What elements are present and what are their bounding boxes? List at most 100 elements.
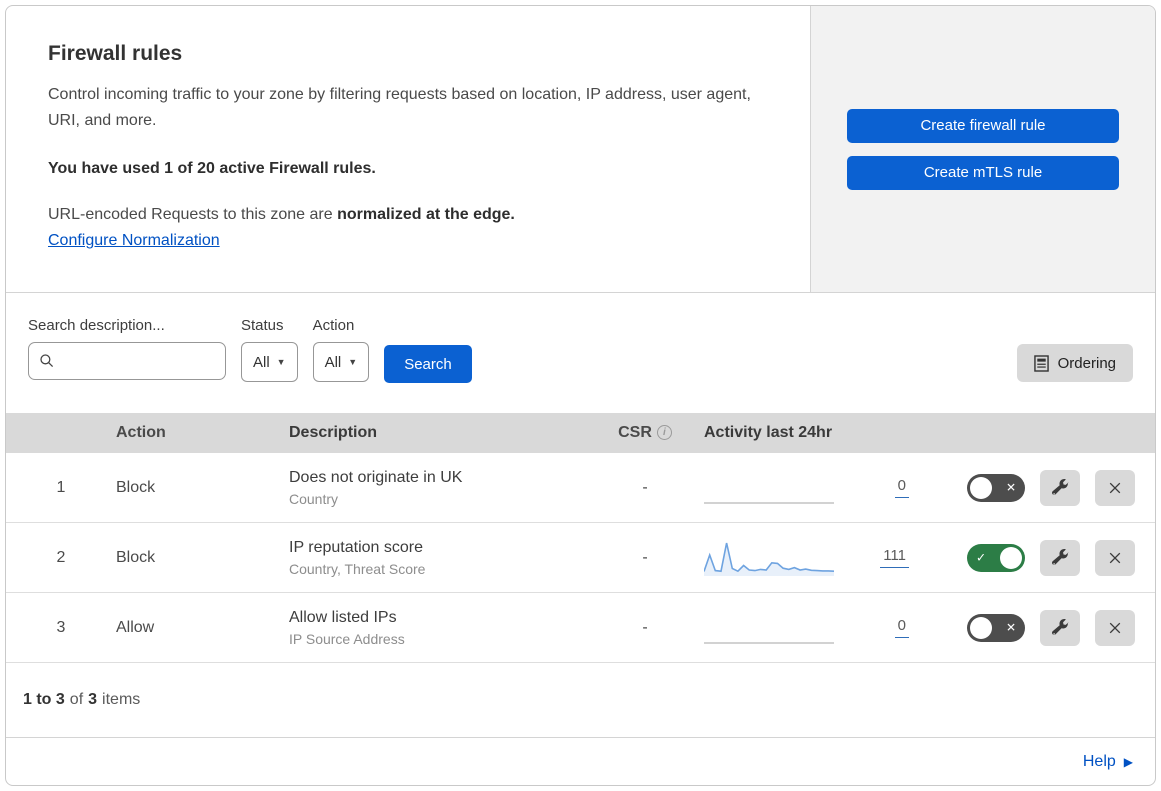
- rule-fields: Country, Threat Score: [289, 560, 426, 577]
- rule-csr-value: -: [642, 548, 648, 566]
- action-filter-group: Action All ▼: [312, 317, 370, 382]
- status-label: Status: [241, 317, 284, 334]
- search-box: [28, 342, 226, 380]
- page-description: Control incoming traffic to your zone by…: [48, 86, 751, 129]
- configure-normalization-link[interactable]: Configure Normalization: [48, 232, 220, 249]
- rule-controls: ✓ ✕: [915, 469, 1155, 506]
- normalization-note-text: URL-encoded Requests to this zone are: [48, 205, 333, 223]
- pagination-of: of: [69, 691, 84, 708]
- pagination-items: items: [102, 691, 141, 708]
- enable-toggle[interactable]: ✓ ✕: [967, 613, 1025, 642]
- rule-activity-cell: 111: [690, 540, 915, 576]
- chevron-down-icon: ▼: [348, 357, 358, 367]
- toggle-knob: [970, 476, 992, 499]
- column-action: Action: [116, 424, 166, 441]
- normalization-note: URL-encoded Requests to this zone are no…: [48, 206, 770, 224]
- x-icon: ✕: [1005, 480, 1016, 495]
- edit-rule-button[interactable]: [1040, 539, 1080, 576]
- edit-rule-button[interactable]: [1040, 469, 1080, 506]
- rule-csr-value: -: [642, 478, 648, 496]
- rule-fields: IP Source Address: [289, 630, 405, 647]
- column-activity: Activity last 24hr: [704, 424, 833, 441]
- info-icon[interactable]: i: [656, 425, 672, 440]
- list-document-icon: [1033, 354, 1049, 372]
- search-input[interactable]: [62, 353, 215, 369]
- chevron-down-icon: ▼: [276, 357, 286, 367]
- rule-description-cell: Does not originate in UK Country: [289, 469, 600, 507]
- column-description: Description: [289, 424, 378, 441]
- rule-priority: 3: [56, 618, 66, 636]
- normalization-note-bold: normalized at the edge.: [337, 205, 515, 223]
- table-row: 1 Block Does not originate in UK Country…: [6, 453, 1155, 523]
- create-firewall-rule-button[interactable]: Create firewall rule: [847, 108, 1119, 143]
- header-section: Firewall rules Control incoming traffic …: [6, 6, 1155, 293]
- usage-summary: You have used 1 of 20 active Firewall ru…: [48, 159, 376, 177]
- rule-action: Block: [116, 478, 156, 496]
- help-link[interactable]: Help ▶: [1083, 753, 1133, 771]
- status-dropdown[interactable]: All ▼: [241, 342, 298, 382]
- rule-action: Block: [116, 548, 156, 566]
- close-icon: [1109, 622, 1121, 633]
- table-row: 2 Block IP reputation score Country, Thr…: [6, 523, 1155, 593]
- filter-bar: Search description... Status All ▼ Actio…: [6, 293, 1155, 413]
- rule-activity-cell: 0: [690, 610, 915, 646]
- rule-description: Allow listed IPs: [289, 608, 397, 626]
- rule-description-cell: Allow listed IPs IP Source Address: [289, 609, 600, 647]
- edit-rule-button[interactable]: [1040, 609, 1080, 646]
- toggle-knob: [1000, 546, 1022, 569]
- wrench-icon: [1051, 479, 1069, 495]
- delete-rule-button[interactable]: [1095, 469, 1135, 506]
- activity-sparkline: [704, 641, 834, 644]
- pagination-summary: 1 to 3 of 3 items: [6, 663, 1155, 737]
- rule-csr-value: -: [642, 618, 648, 636]
- column-csr-label: CSR: [618, 424, 652, 441]
- wrench-icon: [1051, 619, 1069, 635]
- rule-controls: ✓ ✕: [915, 539, 1155, 576]
- toggle-knob: [970, 616, 992, 639]
- firewall-rules-page: Firewall rules Control incoming traffic …: [0, 0, 1161, 791]
- search-icon: [40, 354, 54, 368]
- search-group: Search description...: [28, 317, 226, 380]
- rule-description: IP reputation score: [289, 538, 424, 556]
- firewall-rules-card: Firewall rules Control incoming traffic …: [5, 5, 1156, 786]
- rule-description: Does not originate in UK: [289, 468, 463, 486]
- delete-rule-button[interactable]: [1095, 539, 1135, 576]
- status-dropdown-value: All: [253, 353, 270, 371]
- help-link-label: Help: [1082, 752, 1116, 770]
- activity-count-link[interactable]: 0: [894, 477, 909, 498]
- close-icon: [1109, 482, 1121, 493]
- actions-panel: Create firewall rule Create mTLS rule: [810, 6, 1155, 292]
- column-csr: CSR i: [600, 424, 690, 442]
- arrow-right-icon: ▶: [1123, 754, 1133, 769]
- help-bar: Help ▶: [6, 737, 1155, 785]
- rule-action: Allow: [116, 618, 155, 636]
- enable-toggle[interactable]: ✓ ✕: [967, 473, 1025, 502]
- wrench-icon: [1051, 549, 1069, 565]
- header-text-block: Firewall rules Control incoming traffic …: [6, 6, 810, 292]
- ordering-button[interactable]: Ordering: [1016, 344, 1133, 382]
- create-mtls-rule-button[interactable]: Create mTLS rule: [847, 155, 1119, 190]
- action-dropdown-value: All: [324, 353, 342, 371]
- pagination-total: 3: [88, 691, 98, 708]
- activity-sparkline: [704, 542, 834, 576]
- rule-priority: 1: [56, 478, 66, 496]
- enable-toggle[interactable]: ✓ ✕: [967, 543, 1025, 572]
- delete-rule-button[interactable]: [1095, 609, 1135, 646]
- x-icon: ✕: [1005, 620, 1016, 635]
- rule-fields: Country: [289, 490, 339, 507]
- search-button[interactable]: Search: [384, 345, 472, 383]
- rule-priority: 2: [56, 548, 66, 566]
- action-dropdown[interactable]: All ▼: [312, 342, 370, 382]
- ordering-button-label: Ordering: [1057, 354, 1116, 372]
- activity-sparkline: [704, 501, 834, 504]
- page-title: Firewall rules: [48, 42, 183, 65]
- rule-controls: ✓ ✕: [915, 609, 1155, 646]
- search-label: Search description...: [28, 317, 165, 334]
- table-row: 3 Allow Allow listed IPs IP Source Addre…: [6, 593, 1155, 663]
- status-filter-group: Status All ▼: [241, 317, 298, 382]
- action-label: Action: [312, 317, 355, 334]
- table-header: Action Description CSR i Activity last 24…: [6, 413, 1155, 453]
- activity-count-link[interactable]: 111: [880, 547, 909, 568]
- rule-activity-cell: 0: [690, 470, 915, 506]
- activity-count-link[interactable]: 0: [894, 617, 909, 638]
